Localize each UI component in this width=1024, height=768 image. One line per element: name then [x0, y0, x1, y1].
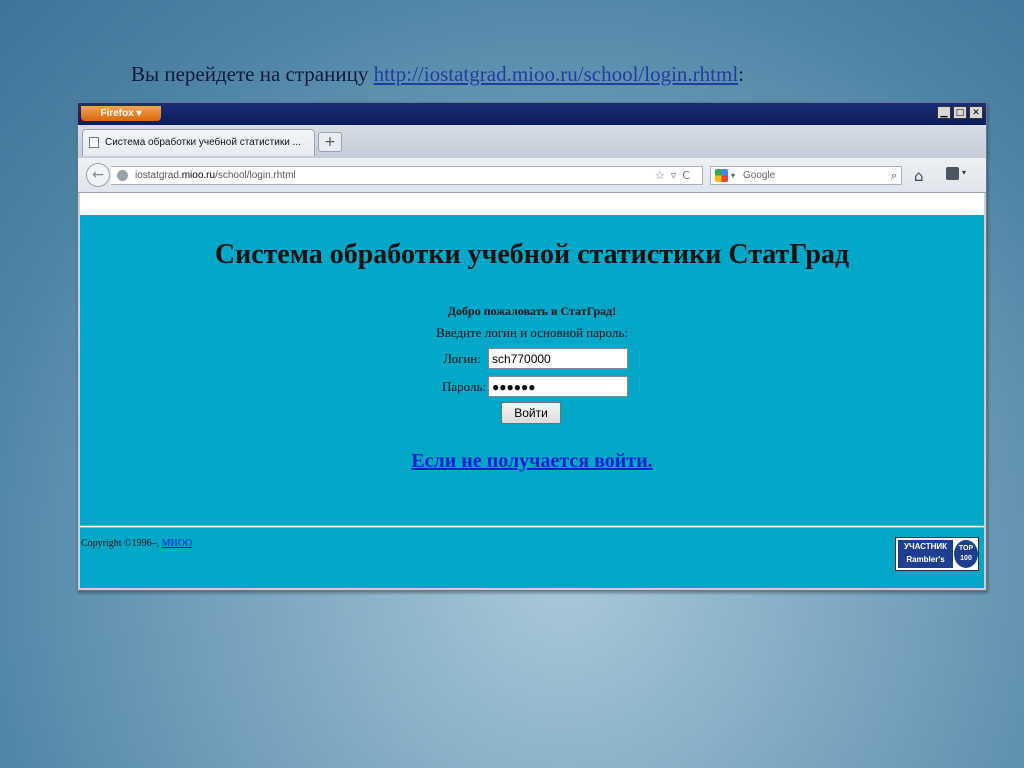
badge-text: УЧАСТНИК Rambler's [898, 540, 953, 568]
google-icon [715, 169, 728, 182]
tab-strip: Система обработки учебной статистики ...… [78, 125, 986, 158]
rambler-top100-badge[interactable]: УЧАСТНИК Rambler's TOP 100 [895, 537, 979, 571]
page-content: Система обработки учебной статистики Ста… [80, 193, 984, 588]
page-footer: Copyright ©1996–, МИОО УЧАСТНИК Rambler'… [80, 527, 984, 588]
address-bar[interactable]: iostatgrad.mioo.ru/school/login.rhtml ☆▿… [111, 166, 703, 185]
page-icon [89, 137, 99, 148]
minimize-button[interactable]: ▁ [937, 106, 951, 119]
search-bar[interactable]: ▾ Google ⌕ [710, 166, 902, 185]
url-domain: mioo.ru [181, 170, 216, 181]
home-icon[interactable]: ⌂ [914, 167, 924, 185]
caption-text: Вы перейдете на страницу [131, 62, 374, 86]
browser-window: Firefox ▾ ▁ □ ✕ Система обработки учебно… [77, 102, 987, 591]
help-link-container: Если не получается войти. [80, 450, 984, 473]
bookmarks-icon[interactable] [946, 167, 959, 180]
title-bar: Firefox ▾ ▁ □ ✕ [78, 103, 986, 125]
caption-colon: : [738, 62, 744, 86]
search-engine-dropdown-icon[interactable]: ▾ [731, 167, 735, 184]
tab-login-page[interactable]: Система обработки учебной статистики ... [82, 129, 315, 156]
globe-icon [117, 170, 128, 181]
mioo-link[interactable]: МИОО [162, 538, 193, 549]
back-button[interactable]: ← [86, 163, 110, 187]
badge-line-2: Rambler's [906, 555, 945, 564]
caption-link[interactable]: http://iostatgrad.mioo.ru/school/login.r… [374, 62, 739, 86]
back-arrow-icon: ← [92, 167, 104, 183]
maximize-button[interactable]: □ [953, 106, 967, 119]
search-placeholder: Google [743, 170, 776, 181]
instructions-text: Введите логин и основной пароль: [436, 325, 628, 340]
search-icon[interactable]: ⌕ [891, 167, 897, 184]
login-label: Логин: [443, 351, 481, 366]
bookmarks-dropdown-icon[interactable]: ▾ [962, 168, 966, 177]
navigation-toolbar: ← iostatgrad.mioo.ru/school/login.rhtml … [78, 158, 986, 193]
page-title: Система обработки учебной статистики Ста… [214, 239, 850, 270]
copyright: Copyright ©1996–, МИОО [81, 538, 192, 549]
url-prefix: iostatgrad. [135, 170, 182, 181]
badge-top-icon: TOP 100 [954, 540, 978, 568]
badge-line-1: УЧАСТНИК [903, 542, 948, 551]
password-label: Пароль: [441, 379, 486, 394]
copyright-text: Copyright ©1996–, [81, 538, 162, 549]
login-field[interactable] [488, 348, 628, 369]
login-section: Система обработки учебной статистики Ста… [80, 215, 984, 526]
window-controls: ▁ □ ✕ [937, 106, 983, 119]
star-reload-icons[interactable]: ☆▿C [655, 167, 696, 184]
badge-top-text: TOP [958, 545, 974, 552]
login-button[interactable]: Войти [501, 402, 561, 424]
tab-title: Система обработки учебной статистики ... [105, 137, 301, 148]
firefox-menu-button[interactable]: Firefox ▾ [81, 106, 161, 121]
badge-100-text: 100 [960, 555, 972, 562]
password-field[interactable] [488, 376, 628, 397]
login-help-link[interactable]: Если не получается войти. [411, 450, 652, 472]
slide-caption: Вы перейдете на страницу http://iostatgr… [131, 62, 744, 87]
close-button[interactable]: ✕ [969, 106, 983, 119]
new-tab-button[interactable]: + [318, 132, 342, 152]
url-path: /school/login.rhtml [215, 170, 296, 181]
welcome-text: Добро пожаловать в СтатГрад! [447, 304, 617, 318]
